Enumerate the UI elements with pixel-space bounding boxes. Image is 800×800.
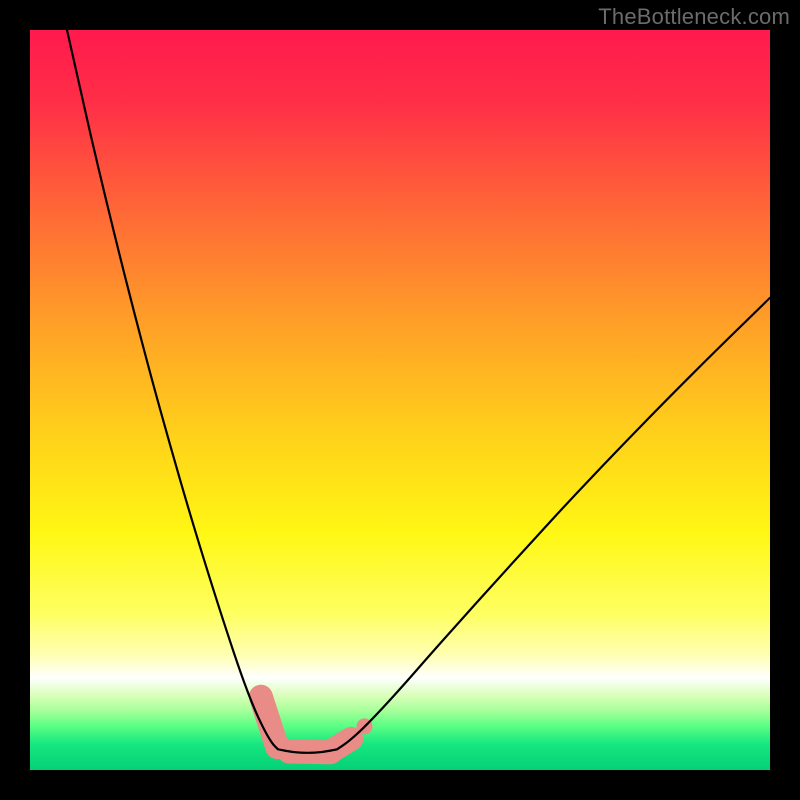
chart-frame: TheBottleneck.com xyxy=(0,0,800,800)
plot-area xyxy=(30,30,770,770)
background-gradient xyxy=(30,30,770,770)
watermark-text: TheBottleneck.com xyxy=(598,4,790,30)
